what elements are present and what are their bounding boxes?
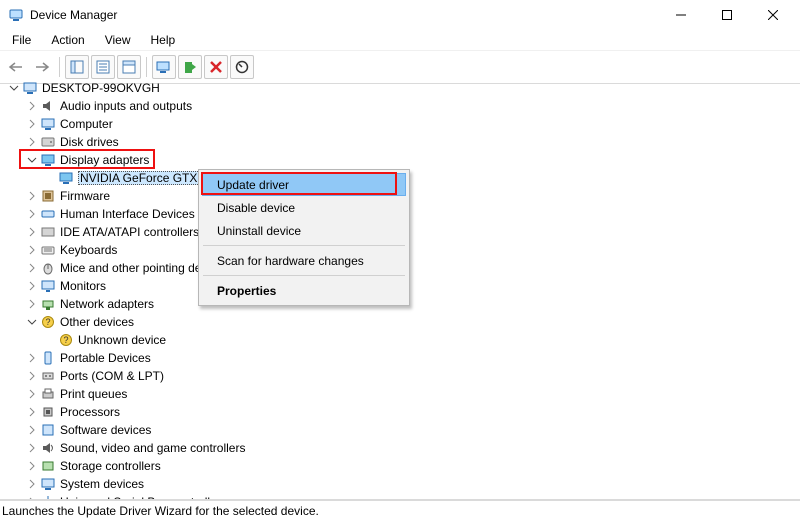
toolbar-scan-hardware-button[interactable]: [152, 55, 176, 79]
software-device-icon: [40, 422, 56, 438]
chevron-right-icon[interactable]: [26, 425, 37, 436]
toolbar-help-button[interactable]: [117, 55, 141, 79]
tree-item-ports[interactable]: Ports (COM & LPT): [0, 367, 800, 385]
toolbar-show-hide-tree-button[interactable]: [65, 55, 89, 79]
tree-item-sound[interactable]: Sound, video and game controllers: [0, 439, 800, 457]
ctx-separator: [203, 275, 405, 276]
tree-item-storage[interactable]: Storage controllers: [0, 457, 800, 475]
tree-item-print[interactable]: Print queues: [0, 385, 800, 403]
ctx-properties[interactable]: Properties: [202, 279, 406, 302]
menu-action[interactable]: Action: [43, 33, 92, 47]
tree-item-unknown-device[interactable]: ? Unknown device: [0, 331, 800, 349]
chevron-right-icon[interactable]: [26, 389, 37, 400]
nav-back-button[interactable]: [4, 55, 28, 79]
chevron-right-icon[interactable]: [26, 461, 37, 472]
keyboard-icon: [40, 242, 56, 258]
tree-item-software[interactable]: Software devices: [0, 421, 800, 439]
chevron-down-icon[interactable]: [26, 317, 37, 328]
chevron-right-icon[interactable]: [26, 209, 37, 220]
tree-item-processors[interactable]: Processors: [0, 403, 800, 421]
ctx-update-driver[interactable]: Update driver: [202, 173, 406, 196]
chevron-down-icon[interactable]: [8, 83, 19, 94]
unknown-device-icon: ?: [58, 332, 74, 348]
system-device-icon: [40, 476, 56, 492]
tree-item-computer[interactable]: Computer: [0, 115, 800, 133]
context-menu: Update driver Disable device Uninstall d…: [198, 169, 410, 306]
status-bar: Launches the Update Driver Wizard for th…: [0, 500, 800, 521]
chevron-right-icon[interactable]: [26, 299, 37, 310]
title-bar: Device Manager: [0, 0, 800, 30]
monitor-icon: [40, 278, 56, 294]
ports-icon: [40, 368, 56, 384]
chevron-right-icon[interactable]: [26, 479, 37, 490]
chevron-right-icon[interactable]: [26, 371, 37, 382]
close-button[interactable]: [750, 0, 796, 30]
computer-icon: [22, 80, 38, 96]
chevron-right-icon[interactable]: [26, 443, 37, 454]
ctx-uninstall-device[interactable]: Uninstall device: [202, 219, 406, 242]
svg-text:?: ?: [63, 335, 68, 345]
chevron-right-icon[interactable]: [26, 281, 37, 292]
printer-icon: [40, 386, 56, 402]
tree-root[interactable]: DESKTOP-99OKVGH: [0, 79, 800, 97]
sound-icon: [40, 440, 56, 456]
hid-icon: [40, 206, 56, 222]
firmware-icon: [40, 188, 56, 204]
other-device-icon: ?: [40, 314, 56, 330]
tree-root-label: DESKTOP-99OKVGH: [42, 81, 160, 95]
chevron-right-icon[interactable]: [26, 137, 37, 148]
audio-icon: [40, 98, 56, 114]
tree-item-display-adapters[interactable]: Display adapters: [0, 151, 800, 169]
tree-item-other-devices[interactable]: ? Other devices: [0, 313, 800, 331]
chevron-down-icon[interactable]: [26, 155, 37, 166]
toolbar-uninstall-button[interactable]: [204, 55, 228, 79]
chevron-right-icon[interactable]: [26, 227, 37, 238]
tree-item-audio[interactable]: Audio inputs and outputs: [0, 97, 800, 115]
menu-view[interactable]: View: [97, 33, 139, 47]
ctx-disable-device[interactable]: Disable device: [202, 196, 406, 219]
chevron-right-icon[interactable]: [26, 119, 37, 130]
ide-icon: [40, 224, 56, 240]
mouse-icon: [40, 260, 56, 276]
network-icon: [40, 296, 56, 312]
svg-text:?: ?: [45, 317, 50, 327]
ctx-scan-hardware[interactable]: Scan for hardware changes: [202, 249, 406, 272]
status-text: Launches the Update Driver Wizard for th…: [2, 504, 319, 518]
chevron-right-icon[interactable]: [26, 407, 37, 418]
tree-item-system[interactable]: System devices: [0, 475, 800, 493]
app-icon: [8, 7, 24, 23]
display-adapter-icon: [58, 170, 74, 186]
display-adapter-icon: [40, 152, 56, 168]
computer-icon: [40, 116, 56, 132]
toolbar-update-driver-button[interactable]: [178, 55, 202, 79]
menu-file[interactable]: File: [4, 33, 39, 47]
toolbar-disable-button[interactable]: [230, 55, 254, 79]
menu-bar: File Action View Help: [0, 30, 800, 51]
window-title: Device Manager: [30, 8, 117, 22]
nav-forward-button[interactable]: [30, 55, 54, 79]
processor-icon: [40, 404, 56, 420]
disk-icon: [40, 134, 56, 150]
chevron-right-icon[interactable]: [26, 263, 37, 274]
chevron-right-icon[interactable]: [26, 245, 37, 256]
storage-icon: [40, 458, 56, 474]
maximize-button[interactable]: [704, 0, 750, 30]
toolbar-properties-button[interactable]: [91, 55, 115, 79]
tree-item-portable[interactable]: Portable Devices: [0, 349, 800, 367]
minimize-button[interactable]: [658, 0, 704, 30]
ctx-separator: [203, 245, 405, 246]
tree-item-disk[interactable]: Disk drives: [0, 133, 800, 151]
menu-help[interactable]: Help: [143, 33, 184, 47]
portable-device-icon: [40, 350, 56, 366]
chevron-right-icon[interactable]: [26, 353, 37, 364]
chevron-right-icon[interactable]: [26, 191, 37, 202]
chevron-right-icon[interactable]: [26, 101, 37, 112]
